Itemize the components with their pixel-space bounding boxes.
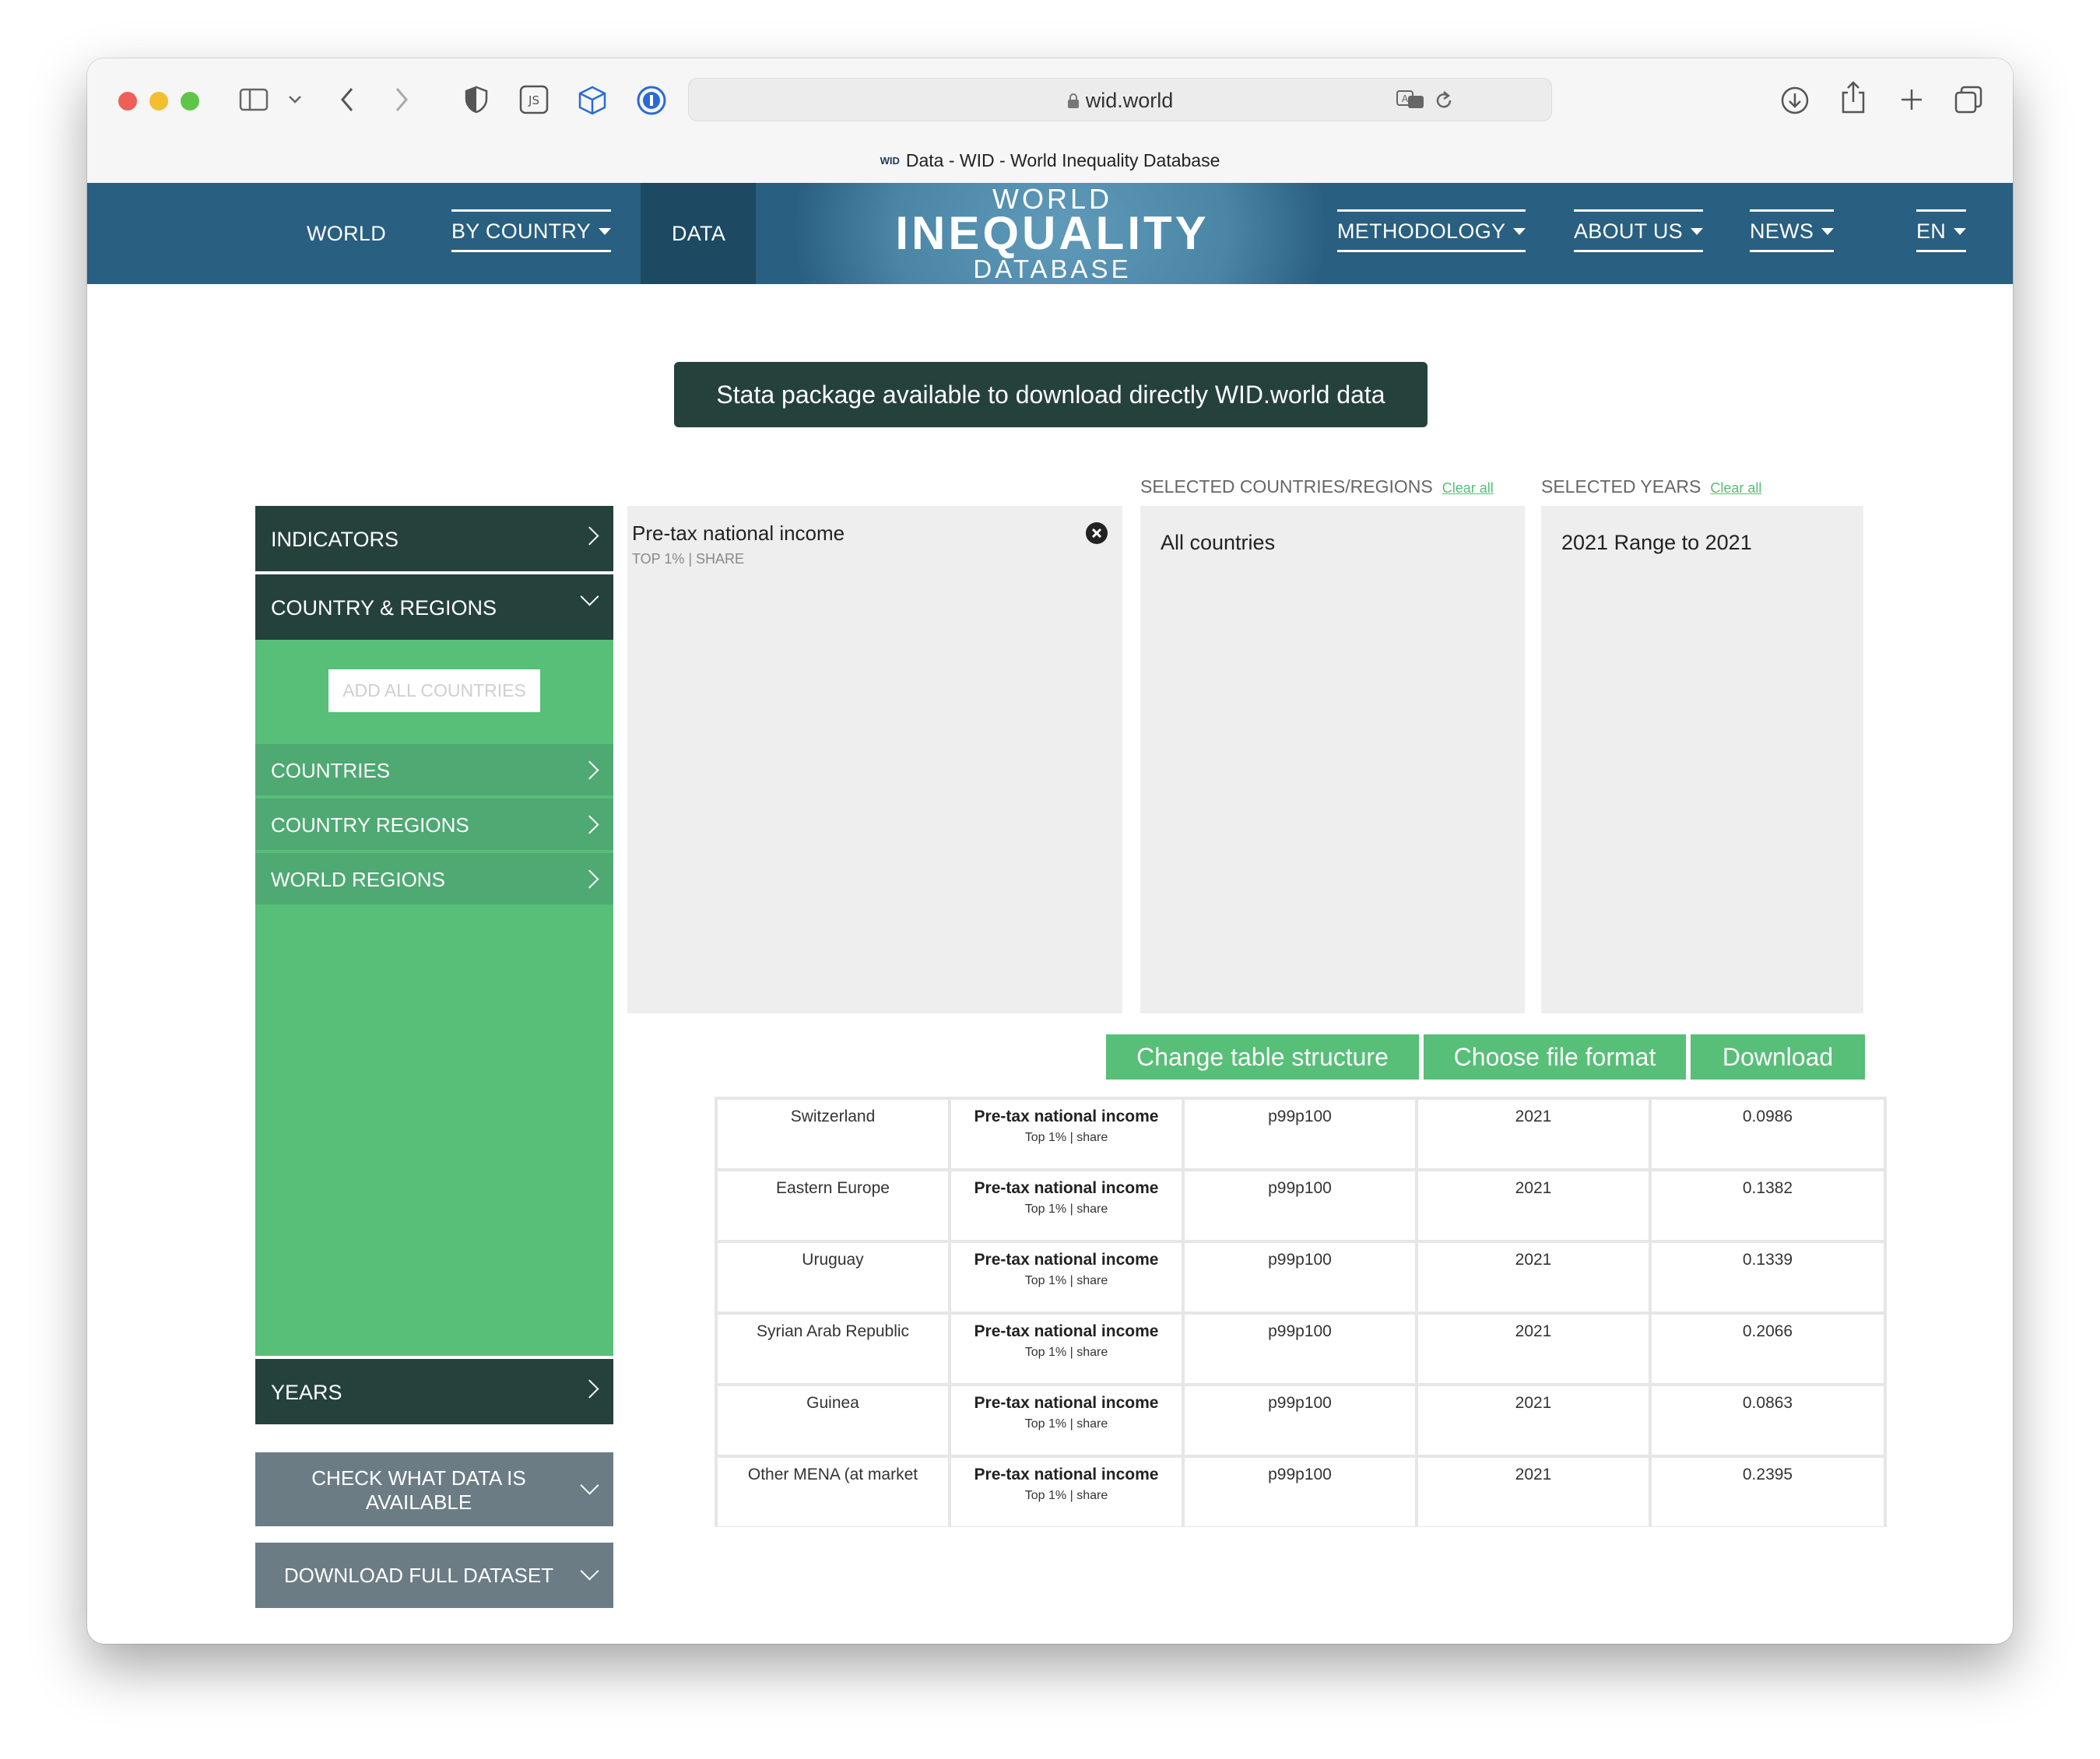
download-full-dataset-button[interactable]: DOWNLOAD FULL DATASET <box>255 1543 613 1608</box>
country-cell: Uruguay <box>715 1240 951 1315</box>
percentile-cell: p99p100 <box>1182 1383 1418 1458</box>
results-table-viewport: Switzerland Pre-tax national income Top 1%… <box>87 58 2013 1527</box>
indicator-cell: Pre-tax national income Top 1% | share <box>948 1240 1185 1315</box>
value-cell: 0.1382 <box>1649 1168 1887 1243</box>
browser-window: JS wid.world A WID Data - WID - World In… <box>87 58 2013 1644</box>
country-cell: Other MENA (at market <box>715 1455 951 1527</box>
indicator-name: Pre-tax national income <box>974 1466 1159 1483</box>
results-table: Switzerland Pre-tax national income Top 1%… <box>715 1097 1887 1527</box>
year-cell: 2021 <box>1415 1455 1652 1527</box>
value-cell: 0.0986 <box>1649 1097 1887 1171</box>
table-row: Eastern Europe Pre-tax national income Top… <box>715 1168 1887 1243</box>
chevron-down-icon <box>580 1561 599 1581</box>
country-cell: Switzerland <box>715 1097 951 1171</box>
table-row: Uruguay Pre-tax national income Top 1% | s… <box>715 1240 1887 1315</box>
indicator-cell: Pre-tax national income Top 1% | share <box>948 1311 1185 1386</box>
percentile-cell: p99p100 <box>1182 1240 1418 1315</box>
percentile-cell: p99p100 <box>1182 1455 1418 1527</box>
table-row: Syrian Arab Republic Pre-tax national inc… <box>715 1311 1887 1386</box>
indicator-cell: Pre-tax national income Top 1% | share <box>948 1097 1185 1171</box>
indicator-name: Pre-tax national income <box>974 1251 1159 1269</box>
year-cell: 2021 <box>1415 1097 1652 1171</box>
country-cell: Syrian Arab Republic <box>715 1311 951 1386</box>
value-cell: 0.1339 <box>1649 1240 1887 1315</box>
indicator-detail: Top 1% | share <box>1024 1203 1108 1216</box>
percentile-cell: p99p100 <box>1182 1097 1418 1171</box>
indicator-cell: Pre-tax national income Top 1% | share <box>948 1383 1185 1458</box>
download-full-label: DOWNLOAD FULL DATASET <box>283 1564 554 1587</box>
indicator-detail: Top 1% | share <box>1024 1274 1108 1287</box>
indicator-detail: Top 1% | share <box>1024 1346 1108 1359</box>
country-cell: Eastern Europe <box>715 1168 951 1243</box>
value-cell: 0.2395 <box>1649 1455 1887 1527</box>
indicator-detail: Top 1% | share <box>1024 1489 1108 1502</box>
indicator-name: Pre-tax national income <box>974 1322 1159 1340</box>
year-cell: 2021 <box>1415 1311 1652 1386</box>
percentile-cell: p99p100 <box>1182 1311 1418 1386</box>
country-cell: Guinea <box>715 1383 951 1458</box>
indicator-cell: Pre-tax national income Top 1% | share <box>948 1455 1185 1527</box>
indicator-detail: Top 1% | share <box>1024 1417 1108 1431</box>
year-cell: 2021 <box>1415 1383 1652 1458</box>
year-cell: 2021 <box>1415 1168 1652 1243</box>
percentile-cell: p99p100 <box>1182 1168 1418 1243</box>
year-cell: 2021 <box>1415 1240 1652 1315</box>
value-cell: 0.0863 <box>1649 1383 1887 1458</box>
indicator-name: Pre-tax national income <box>974 1394 1159 1412</box>
indicator-name: Pre-tax national income <box>974 1108 1159 1125</box>
table-row: Other MENA (at market Pre-tax national in… <box>715 1455 1887 1527</box>
value-cell: 0.2066 <box>1649 1311 1887 1386</box>
indicator-detail: Top 1% | share <box>1024 1131 1108 1144</box>
table-row: Switzerland Pre-tax national income Top 1%… <box>715 1097 1887 1171</box>
indicator-cell: Pre-tax national income Top 1% | share <box>948 1168 1185 1243</box>
table-row: Guinea Pre-tax national income Top 1% | sh… <box>715 1383 1887 1458</box>
indicator-name: Pre-tax national income <box>974 1179 1159 1197</box>
